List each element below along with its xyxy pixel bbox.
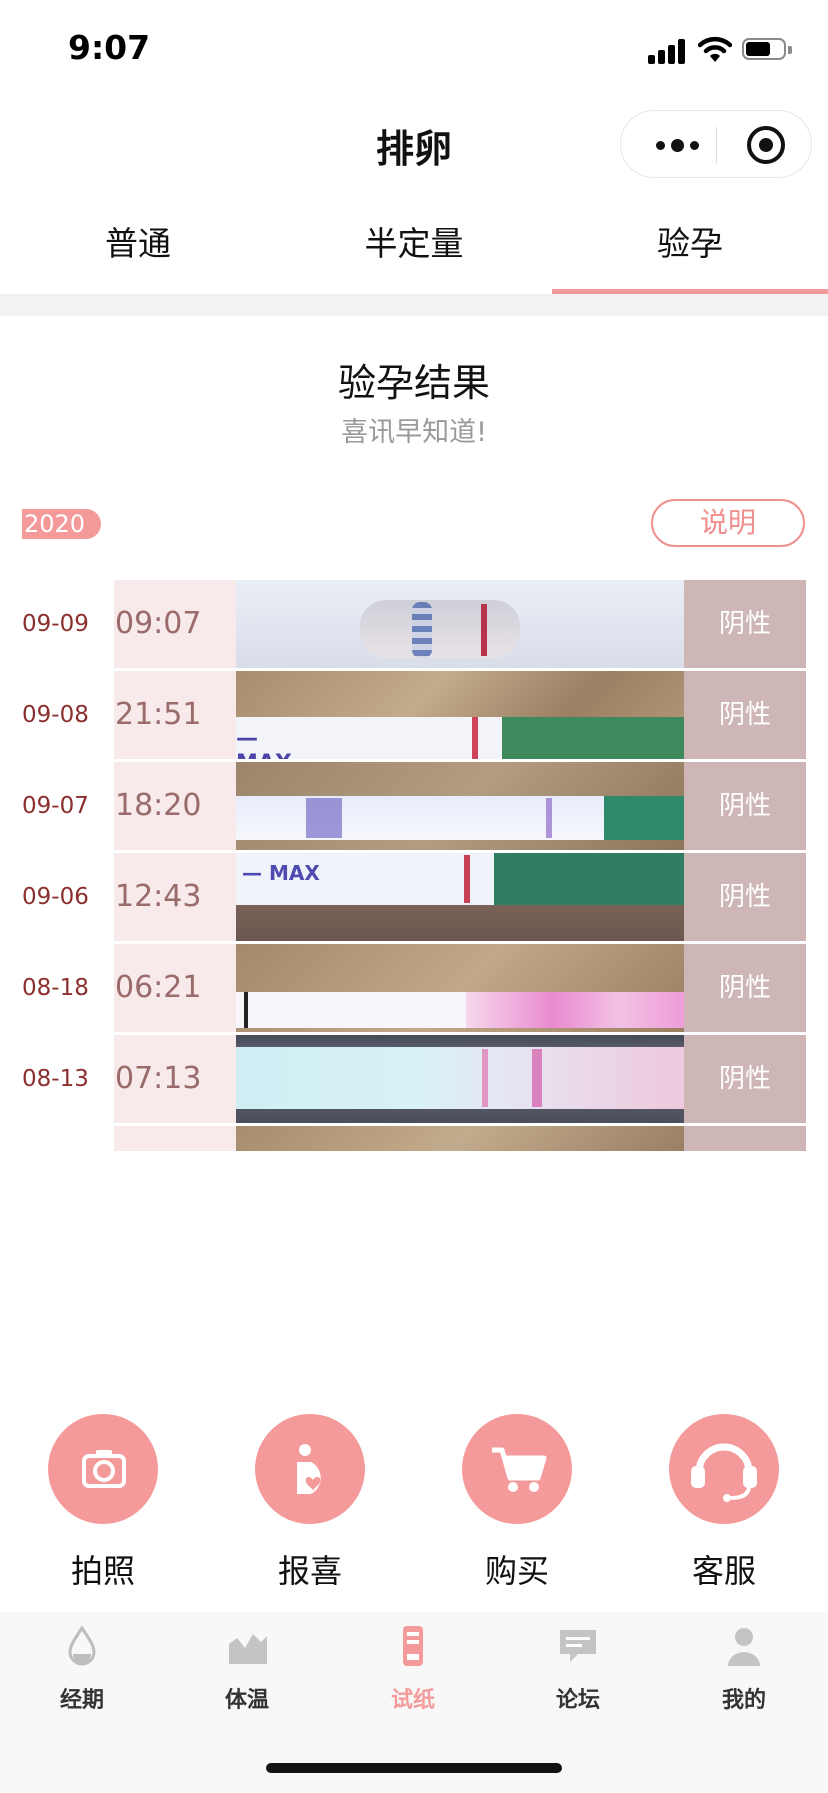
home-indicator — [266, 1763, 562, 1773]
tab-pregnancy[interactable]: 验孕 — [552, 200, 828, 294]
buy-action[interactable]: 购买 — [442, 1414, 592, 1592]
record-date: 09-07 — [22, 793, 89, 819]
close-target-icon[interactable] — [747, 126, 785, 164]
battery-icon — [742, 38, 792, 62]
tabbar-label-forum: 论坛 — [555, 1688, 600, 1713]
test-strip-photo[interactable] — [236, 762, 684, 850]
announce-action-label: 报喜 — [277, 1552, 342, 1590]
test-strip-photo[interactable] — [236, 1035, 684, 1123]
mode-tabs: 普通 半定量 验孕 — [0, 200, 828, 294]
record-time: 12:43 — [114, 853, 236, 941]
record-time — [114, 1126, 236, 1151]
tabbar-item-temperature[interactable]: 体温 — [187, 1624, 307, 1714]
tab-normal[interactable]: 普通 — [0, 200, 276, 294]
tab-semi-quantitative[interactable]: 半定量 — [276, 200, 552, 294]
test-strip-photo[interactable]: — MAX — [236, 853, 684, 941]
test-strip-photo[interactable] — [236, 1126, 684, 1151]
result-badge: 阴性 — [684, 580, 806, 668]
year-badge: 2020 — [22, 509, 102, 539]
result-badge: 阴性 — [684, 944, 806, 1032]
test-records-list: 09-09 09:07 阴性 09-08 21:51 — MAX 阴性 09-0… — [0, 580, 828, 1154]
results-subtitle: 喜讯早知道! — [341, 417, 487, 448]
signal-icon — [648, 38, 688, 64]
explain-button[interactable]: 说明 — [651, 499, 805, 547]
user-icon — [728, 1628, 760, 1666]
announce-action[interactable]: 报喜 — [235, 1414, 385, 1592]
record-row[interactable] — [0, 1126, 828, 1151]
drop-icon — [68, 1625, 96, 1666]
test-strip-icon — [403, 1626, 423, 1666]
buy-action-label: 购买 — [484, 1552, 549, 1590]
tabbar-label-temperature: 体温 — [224, 1688, 269, 1713]
mini-program-capsule — [620, 110, 812, 178]
record-row[interactable]: 09-08 21:51 — MAX 阴性 — [0, 671, 828, 759]
pregnant-icon[interactable] — [255, 1414, 365, 1524]
cart-icon[interactable] — [462, 1414, 572, 1524]
action-bar: 拍照 报喜 购买 客服 — [0, 1414, 828, 1594]
record-row[interactable]: 08-18 06:21 阴性 — [0, 944, 828, 1032]
test-strip-photo[interactable]: — MAX — [236, 671, 684, 759]
status-bar: 9:07 — [0, 0, 828, 100]
record-time: 09:07 — [114, 580, 236, 668]
result-badge: 阴性 — [684, 1035, 806, 1123]
result-badge — [684, 1126, 806, 1151]
tabbar-item-forum[interactable]: 论坛 — [518, 1624, 638, 1714]
record-date: 09-06 — [22, 884, 89, 910]
wifi-icon — [698, 36, 732, 62]
result-badge: 阴性 — [684, 853, 806, 941]
record-time: 06:21 — [114, 944, 236, 1032]
record-time: 21:51 — [114, 671, 236, 759]
service-action-label: 客服 — [691, 1552, 756, 1590]
record-row[interactable]: 08-13 07:13 阴性 — [0, 1035, 828, 1123]
record-row[interactable]: 09-06 12:43 — MAX 阴性 — [0, 853, 828, 941]
record-date: 08-18 — [22, 975, 89, 1001]
photo-action[interactable]: 拍照 — [28, 1414, 178, 1592]
camera-icon[interactable] — [48, 1414, 158, 1524]
result-badge: 阴性 — [684, 671, 806, 759]
chart-icon — [229, 1634, 267, 1664]
tabbar-label-test-strip: 试纸 — [390, 1688, 435, 1713]
record-row[interactable]: 09-07 18:20 阴性 — [0, 762, 828, 850]
record-row[interactable]: 09-09 09:07 阴性 — [0, 580, 828, 668]
record-date: 09-08 — [22, 702, 89, 728]
more-icon[interactable] — [647, 131, 707, 159]
tabbar-label-me: 我的 — [721, 1688, 766, 1713]
status-time: 9:07 — [68, 28, 151, 67]
record-time: 07:13 — [114, 1035, 236, 1123]
headset-icon[interactable] — [669, 1414, 779, 1524]
test-strip-photo[interactable] — [236, 580, 684, 668]
tabbar-item-me[interactable]: 我的 — [684, 1624, 804, 1714]
service-action[interactable]: 客服 — [649, 1414, 799, 1592]
record-date: 09-09 — [22, 611, 89, 637]
result-badge: 阴性 — [684, 762, 806, 850]
section-divider — [0, 294, 828, 316]
record-time: 18:20 — [114, 762, 236, 850]
capsule-divider — [716, 127, 717, 163]
record-date: 08-13 — [22, 1066, 89, 1092]
tabbar-label-period: 经期 — [59, 1688, 104, 1713]
results-title: 验孕结果 — [337, 361, 490, 405]
tabbar-item-period[interactable]: 经期 — [22, 1624, 142, 1714]
test-strip-photo[interactable] — [236, 944, 684, 1032]
chat-icon — [560, 1630, 596, 1662]
photo-action-label: 拍照 — [70, 1552, 135, 1590]
tabbar-item-test-strip[interactable]: 试纸 — [353, 1624, 473, 1714]
